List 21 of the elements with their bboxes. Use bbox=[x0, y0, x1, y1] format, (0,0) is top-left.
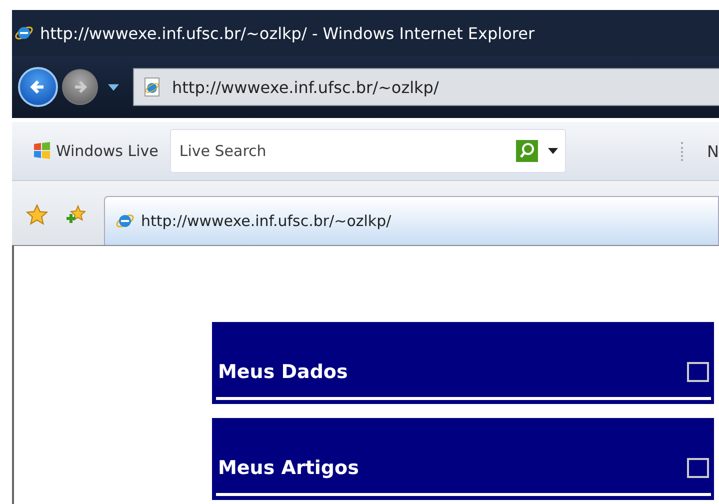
address-field[interactable]: http://wwwexe.inf.ufsc.br/~ozlkp/ bbox=[133, 68, 719, 106]
search-field[interactable]: Live Search bbox=[170, 129, 566, 173]
dropdown-icon[interactable] bbox=[108, 84, 119, 90]
window-title: http://wwwexe.inf.ufsc.br/~ozlkp/ - Windows Internet Explorer bbox=[40, 24, 535, 42]
caret-icon[interactable] bbox=[548, 148, 558, 154]
forward-button[interactable] bbox=[62, 69, 98, 105]
star-icon[interactable] bbox=[26, 204, 48, 226]
star-plus-icon[interactable] bbox=[66, 205, 86, 225]
windows-live-label[interactable]: Windows Live bbox=[56, 142, 158, 160]
panel-header[interactable]: Meus Artigos bbox=[212, 418, 714, 500]
panel-header[interactable]: Meus Dados bbox=[212, 322, 714, 404]
panel-checkbox[interactable] bbox=[687, 458, 709, 478]
windows-logo-icon bbox=[32, 141, 52, 161]
back-button[interactable] bbox=[18, 67, 58, 107]
page-icon bbox=[142, 77, 162, 97]
panel-checkbox[interactable] bbox=[687, 362, 709, 382]
panel-title: Meus Dados bbox=[218, 361, 348, 383]
panel-title: Meus Artigos bbox=[218, 457, 359, 479]
toolbar-item[interactable]: N bbox=[681, 142, 719, 160]
search-icon[interactable] bbox=[516, 140, 538, 162]
browser-tab[interactable]: http://wwwexe.inf.ufsc.br/~ozlkp/ bbox=[104, 196, 719, 245]
